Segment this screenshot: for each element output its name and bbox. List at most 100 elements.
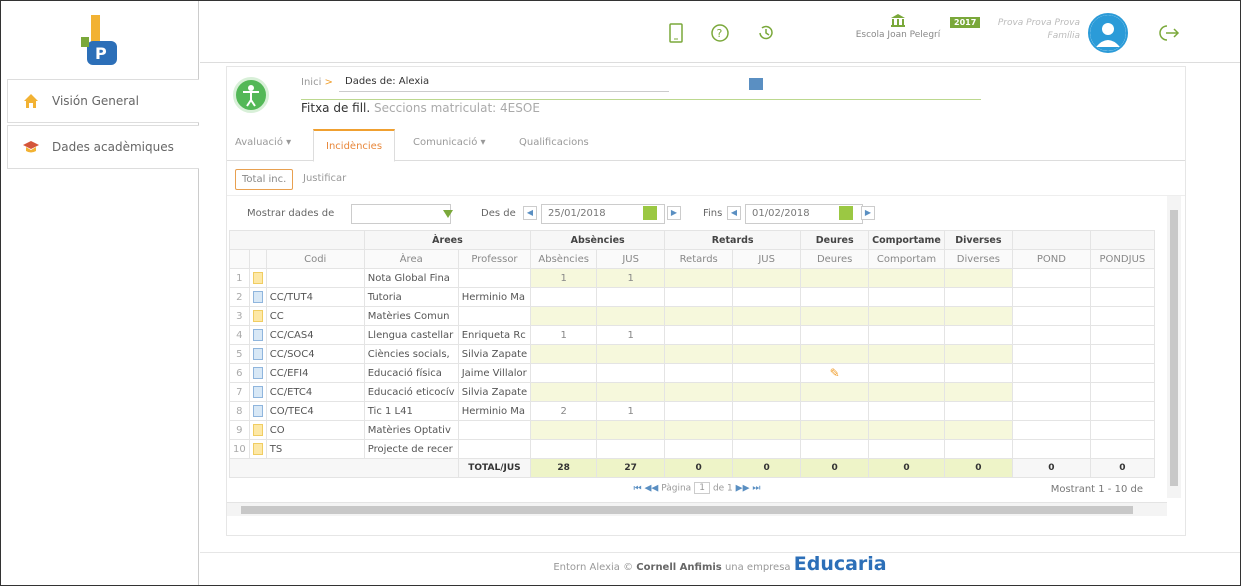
- document-icon[interactable]: [252, 329, 263, 341]
- col-header-codi[interactable]: Codi: [265, 249, 365, 269]
- footer-company[interactable]: Cornell Anfimis: [636, 562, 721, 573]
- cell-pond: [1011, 287, 1091, 307]
- subtab-total-inc[interactable]: Total inc.: [235, 169, 294, 190]
- top-bar: ? Escola Joan Pelegrí 2017 Prova Prova P…: [200, 1, 1240, 63]
- logout-icon[interactable]: [1158, 23, 1180, 43]
- show-data-select[interactable]: [351, 204, 451, 224]
- cell-comportament: [868, 287, 945, 307]
- table-row[interactable]: 2 CC/TUT4 Tutoria Herminio Ma: [229, 287, 1155, 307]
- row-number: 2: [229, 287, 250, 307]
- table-row[interactable]: 6 CC/EFI4 Educació física Jaime Villalor ✎: [229, 363, 1155, 383]
- table-row[interactable]: 4 CC/CAS4 Llengua castellar Enriqueta Rc 1 1: [229, 325, 1155, 345]
- folder-icon[interactable]: [252, 424, 263, 436]
- cell-retards-jus: [732, 439, 802, 459]
- document-icon[interactable]: [252, 367, 263, 379]
- col-header-jus[interactable]: JUS: [596, 249, 666, 269]
- document-icon[interactable]: [252, 348, 263, 360]
- scroll-thumb[interactable]: [241, 506, 1133, 514]
- cell-codi: CC: [265, 306, 365, 326]
- header-cell: [1089, 230, 1155, 250]
- student-selector[interactable]: Dades de: Alexia: [339, 74, 763, 92]
- student-header: Inici > Dades de: Alexia Fitxa de fill. …: [231, 71, 1151, 121]
- sidebar-item-vision-general[interactable]: Visión General: [7, 79, 199, 123]
- table-row[interactable]: 3 CC Matèries Comun: [229, 306, 1155, 326]
- sidebar-item-dades-academiques[interactable]: Dades acadèmiques: [7, 125, 199, 169]
- next-date-button[interactable]: ▶: [861, 206, 875, 220]
- sidebar-item-label: Visión General: [52, 94, 139, 108]
- page-input[interactable]: 1: [694, 482, 711, 494]
- prev-date-button[interactable]: ◀: [523, 206, 537, 220]
- cell-jus: [596, 287, 666, 307]
- horizontal-scrollbar[interactable]: [227, 502, 1167, 516]
- vertical-scrollbar[interactable]: [1167, 196, 1181, 498]
- chevron-down-icon[interactable]: [749, 78, 763, 90]
- calendar-icon[interactable]: [643, 206, 657, 220]
- tab-comunicacio[interactable]: Comunicació ▾: [413, 137, 486, 148]
- tab-incidencies[interactable]: Incidències: [313, 129, 396, 162]
- col-header-deures[interactable]: Deures: [800, 249, 870, 269]
- help-icon[interactable]: ?: [710, 23, 730, 43]
- first-page-icon[interactable]: ⏮: [634, 484, 642, 494]
- table-row[interactable]: 5 CC/SOC4 Ciències socials, Silvia Zapate: [229, 344, 1155, 364]
- table-row[interactable]: 10 TS Projecte de recer: [229, 439, 1155, 459]
- cell-area: Projecte de recer: [363, 439, 459, 459]
- user-info[interactable]: Prova Prova Prova Família: [970, 17, 1080, 43]
- header-comportament: Comportame: [868, 230, 945, 250]
- last-page-icon[interactable]: ⏭: [752, 484, 760, 494]
- table-row[interactable]: 1 Nota Global Fina 1 1: [229, 268, 1155, 288]
- col-header-comportament[interactable]: Comportam: [868, 249, 945, 269]
- tab-avaluacio[interactable]: Avaluació ▾: [235, 137, 291, 148]
- cell-area: Matèries Comun: [363, 306, 459, 326]
- cell-absencies: [530, 382, 598, 402]
- document-icon[interactable]: [252, 386, 263, 398]
- cell-absencies: [530, 363, 598, 383]
- col-header-retards[interactable]: Retards: [664, 249, 734, 269]
- prev-page-icon[interactable]: ◀◀: [644, 484, 658, 494]
- cell-jus: 1: [596, 268, 666, 288]
- cell-retards: [664, 439, 734, 459]
- cell-area: Nota Global Fina: [363, 268, 459, 288]
- history-icon[interactable]: [756, 23, 776, 43]
- col-header-pond[interactable]: POND: [1011, 249, 1091, 269]
- folder-icon[interactable]: [252, 310, 263, 322]
- col-header-area[interactable]: Àrea: [363, 249, 459, 269]
- school-logo[interactable]: P: [81, 15, 125, 65]
- col-header-absencies[interactable]: Absències: [530, 249, 598, 269]
- table-row[interactable]: 9 CO Matèries Optativ: [229, 420, 1155, 440]
- row-number: 5: [229, 344, 250, 364]
- document-icon[interactable]: [252, 405, 263, 417]
- tablet-icon[interactable]: [666, 23, 686, 43]
- calendar-icon[interactable]: [839, 206, 853, 220]
- col-header-diverses[interactable]: Diverses: [943, 249, 1013, 269]
- cell-comportament: [868, 420, 945, 440]
- tab-qualificacions[interactable]: Qualificacions: [519, 137, 589, 148]
- next-page-icon[interactable]: ▶▶: [736, 484, 750, 494]
- table-row[interactable]: 8 CO/TEC4 Tic 1 L41 Herminio Ma 2 1: [229, 401, 1155, 421]
- col-header-professor[interactable]: Professor: [457, 249, 532, 269]
- cell-pond: [1011, 363, 1091, 383]
- cell-absencies: 2: [530, 401, 598, 421]
- cell-jus: [596, 382, 666, 402]
- cell-professor: Herminio Ma: [457, 287, 532, 307]
- footer-brand[interactable]: Educaria: [794, 553, 887, 575]
- table-body: 1 Nota Global Fina 1 1 2 CC/TUT4 Tutoria Hermin…: [229, 268, 1155, 459]
- folder-icon[interactable]: [252, 272, 263, 284]
- document-icon[interactable]: [252, 291, 263, 303]
- next-date-button[interactable]: ▶: [667, 206, 681, 220]
- avatar[interactable]: [1088, 13, 1128, 53]
- scroll-thumb[interactable]: [1170, 210, 1178, 486]
- breadcrumb-home[interactable]: Inici: [301, 77, 321, 88]
- subtab-justificar[interactable]: Justificar: [297, 169, 352, 188]
- dropdown-arrow-icon[interactable]: [443, 210, 453, 218]
- prev-date-button[interactable]: ◀: [727, 206, 741, 220]
- row-number: 1: [229, 268, 250, 288]
- col-header-jus[interactable]: JUS: [732, 249, 802, 269]
- table-row[interactable]: 7 CC/ETC4 Educació eticocív Silvia Zapate: [229, 382, 1155, 402]
- folder-icon[interactable]: [252, 443, 263, 455]
- school-selector[interactable]: Escola Joan Pelegrí: [838, 13, 958, 49]
- edit-icon[interactable]: ✎: [830, 366, 840, 380]
- cell-professor: Herminio Ma: [457, 401, 532, 421]
- header-cell: [1011, 230, 1091, 250]
- col-header-pondjus[interactable]: PONDJUS: [1089, 249, 1155, 269]
- cell-pond: [1011, 344, 1091, 364]
